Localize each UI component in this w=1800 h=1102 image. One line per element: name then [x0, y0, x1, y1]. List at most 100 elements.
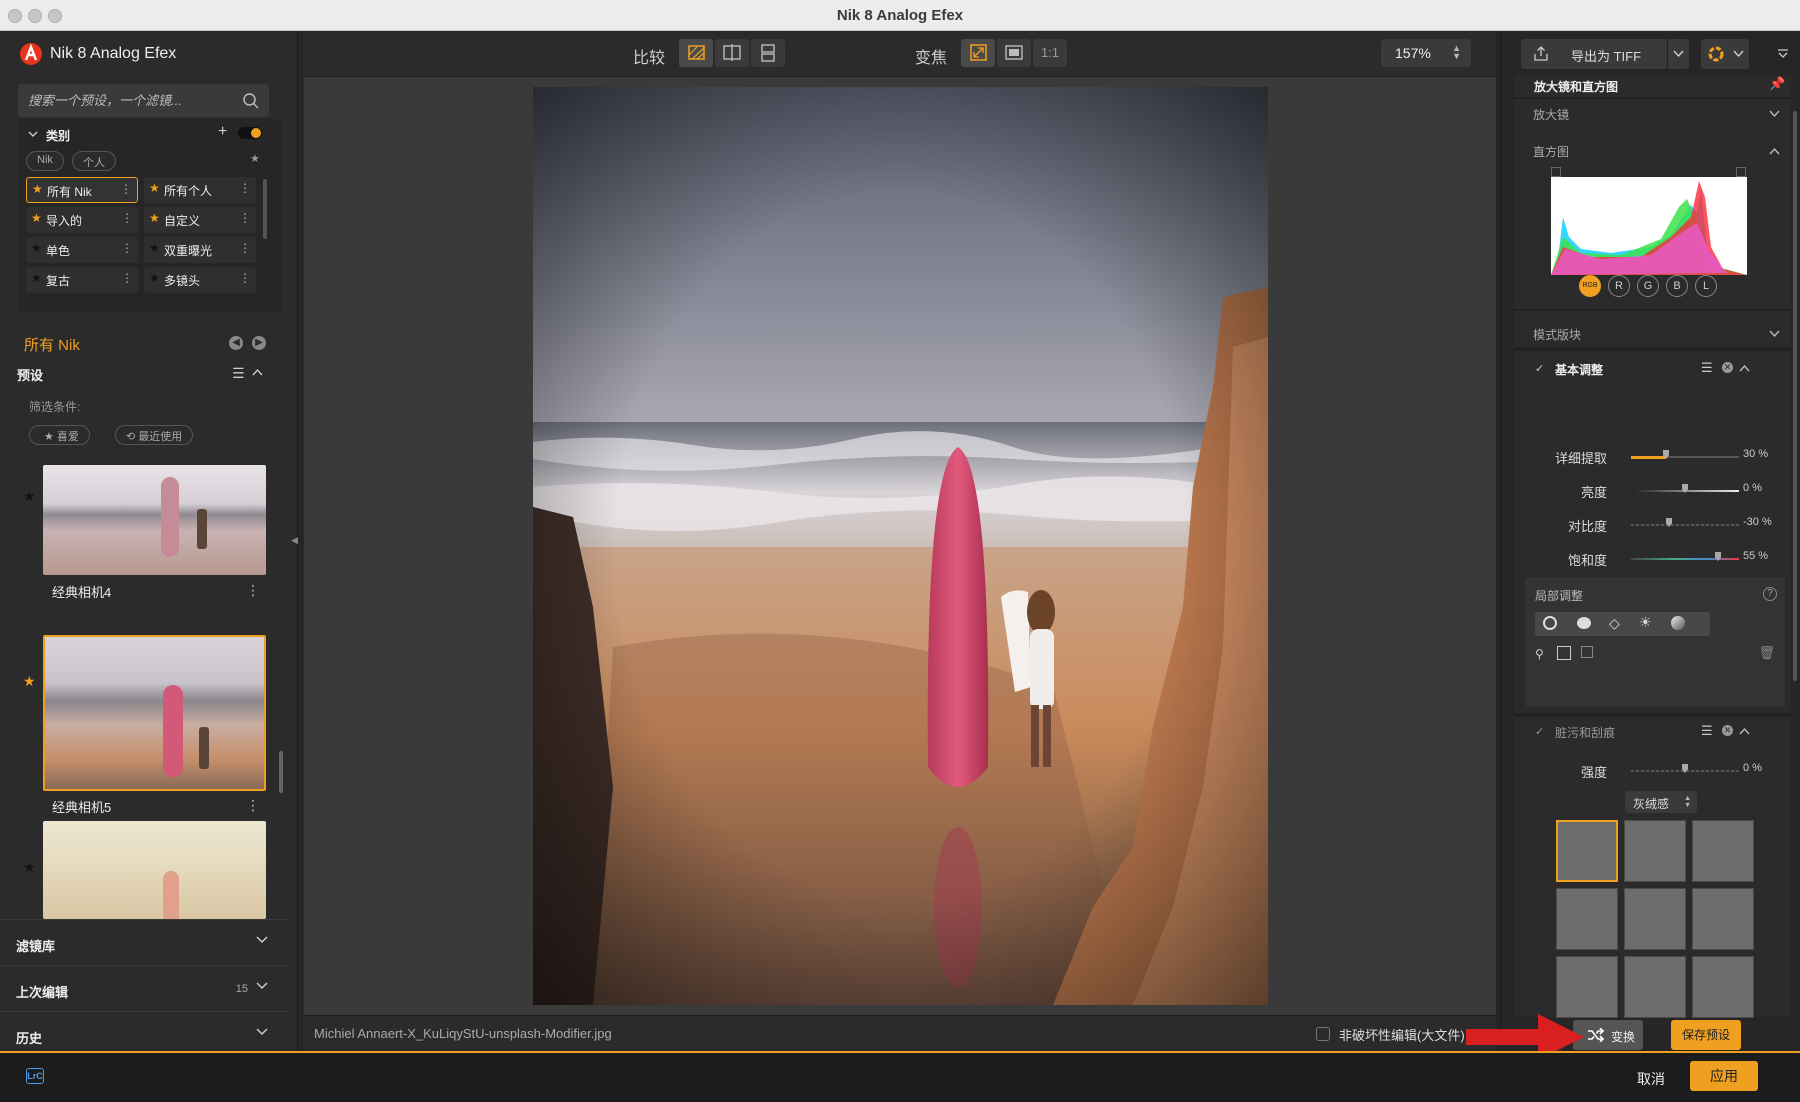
luminance-mask-icon[interactable]: ☀: [1639, 614, 1652, 631]
more-icon[interactable]: ⋮: [246, 797, 260, 814]
image-canvas[interactable]: [304, 77, 1496, 1015]
favorite-star-icon[interactable]: ★: [23, 859, 36, 876]
menu-icon[interactable]: ☰: [1701, 723, 1713, 739]
save-preset-button[interactable]: 保存预设: [1671, 1020, 1741, 1050]
channel-b[interactable]: B: [1666, 275, 1688, 297]
right-panel-scrollbar[interactable]: [1793, 111, 1797, 681]
texture-tile[interactable]: [1692, 820, 1754, 882]
chevron-down-icon[interactable]: [28, 130, 38, 138]
add-icon[interactable]: +: [218, 123, 227, 141]
category-mono[interactable]: ★ 单色 ⋮: [26, 237, 138, 263]
more-icon[interactable]: ⋮: [121, 211, 133, 225]
show-points-icon[interactable]: ⚲: [1535, 647, 1544, 661]
preset-thumb-classic5[interactable]: 经典相机5 ⋮: [43, 635, 266, 815]
export-button[interactable]: 导出为 TIFF: [1521, 39, 1667, 69]
duplicate-icon[interactable]: [1581, 646, 1593, 658]
texture-tile[interactable]: [1556, 888, 1618, 950]
highlight-clip-toggle[interactable]: [1736, 167, 1746, 177]
dust-type-select[interactable]: 灰绒感 ▲ ▼: [1625, 791, 1697, 813]
compare-stacked-button[interactable]: [751, 39, 785, 67]
category-double-exposure[interactable]: ★ 双重曝光 ⋮: [144, 237, 256, 263]
more-icon[interactable]: ⋮: [239, 241, 251, 255]
preset-thumbnail[interactable]: [43, 635, 266, 791]
dust-enable-checkbox[interactable]: ✓: [1535, 725, 1544, 738]
compare-split-button[interactable]: [679, 39, 713, 67]
category-toggle[interactable]: [238, 127, 262, 139]
slider-detail-extraction[interactable]: 详细提取 30 %: [1515, 442, 1795, 472]
plugin-menu-button[interactable]: [1701, 39, 1749, 69]
category-custom[interactable]: ★ 自定义 ⋮: [144, 207, 256, 233]
chevron-down-icon[interactable]: [256, 980, 268, 992]
basic-enable-checkbox[interactable]: ✓: [1535, 362, 1544, 375]
presets-scrollbar[interactable]: [279, 751, 283, 793]
nondestructive-checkbox[interactable]: [1316, 1027, 1330, 1041]
texture-tile[interactable]: [1556, 820, 1618, 882]
texture-tile[interactable]: [1692, 888, 1754, 950]
search-input[interactable]: [18, 84, 269, 117]
more-icon[interactable]: ⋮: [120, 182, 132, 196]
preset-thumbnail[interactable]: [43, 465, 266, 575]
mask-view-icon[interactable]: [1557, 646, 1571, 660]
mask-radial-icon[interactable]: [1577, 617, 1591, 629]
preset-thumbnail[interactable]: [43, 821, 266, 919]
chevron-up-icon[interactable]: [1739, 727, 1750, 735]
reset-icon[interactable]: ✕: [1722, 362, 1733, 373]
chevron-down-icon[interactable]: [1769, 110, 1780, 118]
preset-thumb-next[interactable]: [43, 821, 266, 919]
category-imported[interactable]: ★ 导入的 ⋮: [26, 207, 138, 233]
help-icon[interactable]: ?: [1763, 587, 1777, 601]
shadow-clip-toggle[interactable]: [1551, 167, 1561, 177]
texture-tile[interactable]: [1624, 820, 1686, 882]
texture-tile[interactable]: [1624, 956, 1686, 1018]
polygon-mask-icon[interactable]: ◇: [1609, 615, 1620, 632]
edited-photo[interactable]: [533, 87, 1268, 1005]
slider-track[interactable]: [1631, 524, 1739, 526]
favorite-star-icon[interactable]: ★: [23, 673, 36, 690]
slider-contrast[interactable]: 对比度 -30 %: [1515, 510, 1795, 540]
export-options-dropdown[interactable]: [1667, 39, 1689, 69]
zoom-fill-button[interactable]: [997, 39, 1031, 67]
more-icon[interactable]: ⋮: [239, 271, 251, 285]
filter-library-section[interactable]: 滤镜库: [0, 919, 288, 965]
category-multi-lens[interactable]: ★ 多镜头 ⋮: [144, 267, 256, 293]
zoom-fit-button[interactable]: [961, 39, 995, 67]
chevron-down-icon[interactable]: [1769, 330, 1780, 338]
search-icon[interactable]: [242, 92, 260, 110]
slider-strength[interactable]: 强度 0 %: [1515, 756, 1795, 786]
collapse-left-icon[interactable]: ◀: [291, 535, 298, 546]
favorite-star-icon[interactable]: ★: [23, 488, 36, 505]
category-all-nik[interactable]: ★ 所有 Nik ⋮: [26, 177, 138, 203]
zoom-1to1-button[interactable]: 1:1: [1033, 39, 1067, 67]
preset-thumb-classic4[interactable]: 经典相机4 ⋮: [43, 465, 266, 600]
last-edits-section[interactable]: 上次编辑 15: [0, 965, 288, 1011]
filter-favorites-chip[interactable]: ★ 喜爱: [29, 425, 90, 445]
menu-icon[interactable]: ☰: [1701, 360, 1713, 376]
next-arrow-icon[interactable]: ▶: [252, 336, 266, 350]
more-icon[interactable]: ⋮: [121, 241, 133, 255]
trash-icon[interactable]: 🗑: [1758, 645, 1775, 661]
more-icon[interactable]: ⋮: [239, 181, 251, 195]
prev-arrow-icon[interactable]: ◀: [229, 336, 243, 350]
menu-icon[interactable]: ☰: [232, 365, 245, 382]
cancel-button[interactable]: 取消: [1627, 1065, 1675, 1093]
star-filter-icon[interactable]: ★: [250, 152, 260, 165]
chevron-down-icon[interactable]: [256, 934, 268, 946]
panel-menu-icon[interactable]: [1777, 49, 1789, 59]
chip-personal[interactable]: 个人: [72, 151, 116, 171]
compare-side-by-side-button[interactable]: [715, 39, 749, 67]
channel-rgb[interactable]: RGB: [1579, 275, 1601, 297]
category-all-personal[interactable]: ★ 所有个人 ⋮: [144, 177, 256, 203]
reset-icon[interactable]: ✕: [1722, 725, 1733, 736]
texture-tile[interactable]: [1624, 888, 1686, 950]
chevron-up-icon[interactable]: [1739, 364, 1750, 372]
apply-button[interactable]: 应用: [1690, 1061, 1758, 1091]
more-icon[interactable]: ⋮: [239, 211, 251, 225]
channel-g[interactable]: G: [1637, 275, 1659, 297]
categories-scrollbar[interactable]: [263, 179, 267, 239]
filter-recent-chip[interactable]: ⟲ 最近使用: [115, 425, 194, 445]
category-vintage[interactable]: ★ 复古 ⋮: [26, 267, 138, 293]
chevron-up-icon[interactable]: [1769, 147, 1780, 155]
slider-brightness[interactable]: 亮度 0 %: [1515, 476, 1795, 506]
channel-r[interactable]: R: [1608, 275, 1630, 297]
texture-tile[interactable]: [1556, 956, 1618, 1018]
